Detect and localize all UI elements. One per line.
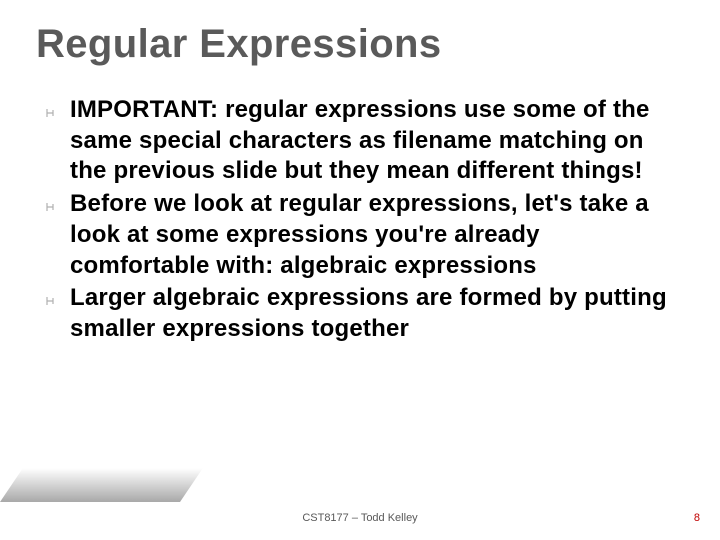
bullet-text: Larger algebraic expressions are formed … bbox=[70, 283, 684, 344]
bullet-marker-icon bbox=[46, 189, 70, 223]
page-number: 8 bbox=[694, 512, 700, 524]
slide-title: Regular Expressions bbox=[36, 22, 684, 67]
footer-text: CST8177 – Todd Kelley bbox=[0, 512, 720, 524]
slide-body: IMPORTANT: regular expressions use some … bbox=[36, 95, 684, 345]
bullet-text: Before we look at regular expressions, l… bbox=[70, 189, 684, 281]
bullet-item: Larger algebraic expressions are formed … bbox=[46, 283, 684, 344]
slide: Regular Expressions IMPORTANT: regular e… bbox=[0, 0, 720, 540]
bullet-marker-icon bbox=[46, 95, 70, 129]
bullet-item: IMPORTANT: regular expressions use some … bbox=[46, 95, 684, 187]
bullet-text: IMPORTANT: regular expressions use some … bbox=[70, 95, 684, 187]
bullet-marker-icon bbox=[46, 283, 70, 317]
bullet-item: Before we look at regular expressions, l… bbox=[46, 189, 684, 281]
decorative-shadow bbox=[0, 468, 203, 502]
